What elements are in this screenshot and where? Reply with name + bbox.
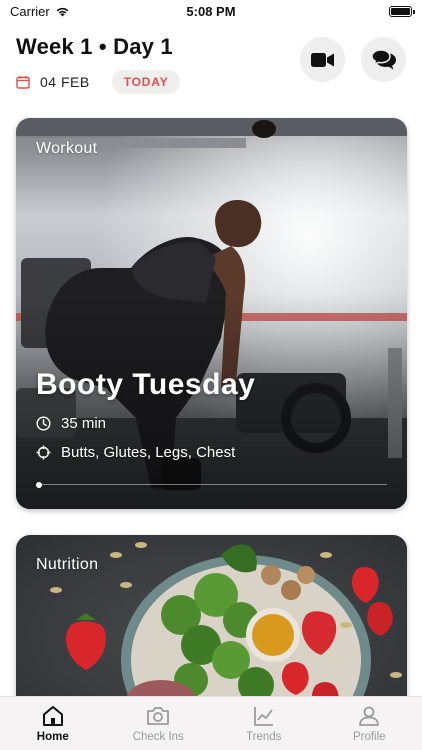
header: Week 1 • Day 1 04 FEB TODAY	[16, 34, 406, 94]
tab-check-ins-label: Check Ins	[132, 731, 184, 743]
carousel-track	[36, 484, 387, 485]
workout-muscles: Butts, Glutes, Legs, Chest	[36, 444, 235, 461]
video-camera-icon	[310, 52, 334, 67]
chat-button[interactable]	[361, 37, 406, 82]
calendar-icon	[16, 76, 30, 89]
status-left: Carrier	[10, 4, 70, 19]
status-time: 5:08 PM	[186, 3, 236, 19]
workout-label: Workout	[36, 140, 98, 157]
tab-profile[interactable]: Profile	[329, 704, 409, 743]
chat-bubbles-icon	[370, 48, 396, 69]
chart-icon	[253, 707, 273, 726]
person-icon	[359, 706, 380, 726]
tab-trends[interactable]: Trends	[224, 704, 304, 743]
carousel-dot[interactable]	[36, 482, 42, 488]
date-text: 04 FEB	[40, 74, 90, 90]
tab-check-ins[interactable]: Check Ins	[118, 704, 198, 743]
duration-text: 35 min	[61, 415, 107, 432]
tab-bar: Home Check Ins Trends Profile	[0, 696, 422, 750]
tab-home[interactable]: Home	[13, 704, 93, 743]
workout-card[interactable]: Workout Booty Tuesday 35 min Butts, Glut…	[16, 118, 407, 509]
nutrition-label: Nutrition	[36, 556, 99, 573]
battery-icon	[389, 5, 415, 17]
video-call-button[interactable]	[300, 37, 345, 82]
carrier-label: Carrier	[10, 3, 50, 19]
home-icon	[42, 706, 63, 726]
target-icon	[36, 445, 51, 460]
tab-profile-label: Profile	[352, 731, 386, 743]
tab-home-label: Home	[36, 731, 69, 743]
wifi-icon	[56, 7, 69, 16]
clock-icon	[36, 416, 51, 431]
status-bar: Carrier 5:08 PM	[0, 0, 422, 22]
workout-title: Booty Tuesday	[36, 368, 256, 401]
workout-duration: 35 min	[36, 415, 106, 432]
header-actions	[300, 37, 406, 82]
muscles-text: Butts, Glutes, Legs, Chest	[61, 444, 236, 461]
camera-icon	[147, 707, 170, 725]
today-badge[interactable]: TODAY	[111, 70, 181, 94]
tab-trends-label: Trends	[246, 731, 282, 743]
